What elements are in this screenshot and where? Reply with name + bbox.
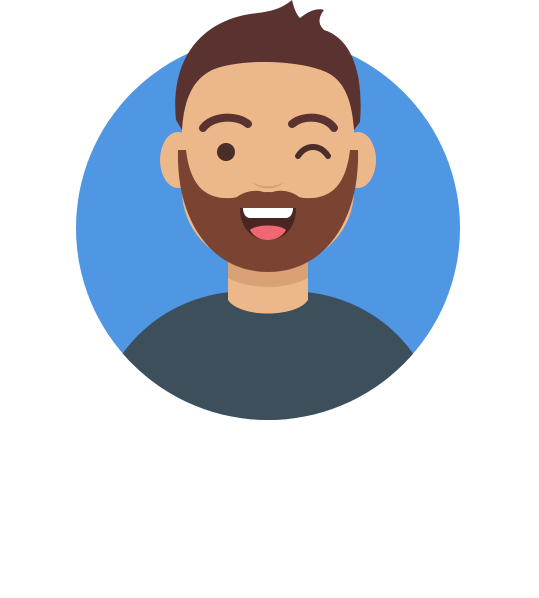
avatar-illustration <box>76 0 460 420</box>
left-eye <box>217 143 235 161</box>
teeth <box>243 208 293 218</box>
avatar-canvas <box>0 0 539 598</box>
